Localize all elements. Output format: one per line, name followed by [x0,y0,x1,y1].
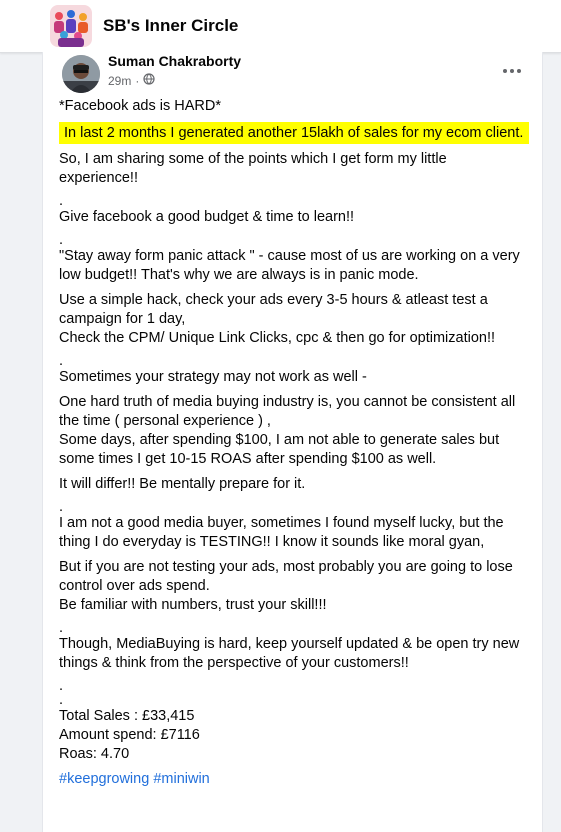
post-paragraph: Give facebook a good budget & time to le… [59,209,355,225]
total-sales: Total Sales : £33,415 [59,708,195,724]
post-meta: 29m · [108,73,155,88]
more-dot-icon [503,69,507,73]
post-title: *Facebook ads is HARD* [59,98,221,114]
highlighted-text: In last 2 months I generated another 15l… [59,122,529,144]
post-time[interactable]: 29m [108,74,131,88]
group-name[interactable]: SB's Inner Circle [103,16,238,36]
post-paragraph: Sometimes your strategy may not work as … [59,369,367,385]
post-line: Use a simple hack, check your ads every … [59,292,488,327]
stats-block: Total Sales : £33,415 Amount spend: £711… [59,707,529,764]
more-dot-icon [510,69,514,73]
dot-separator: . [59,193,64,209]
dot-separator: . [59,678,64,694]
post-content: *Facebook ads is HARD* In last 2 months … [59,97,529,795]
group-avatar[interactable] [50,5,92,47]
post-line: But if you are not testing your ads, mos… [59,559,513,594]
post-paragraph: "Stay away form panic attack " - cause m… [59,248,520,283]
dot-separator: . [59,620,64,636]
post-line: Be familiar with numbers, trust your ski… [59,597,327,613]
hashtags: #keepgrowing #miniwin [59,770,529,789]
post-paragraph: But if you are not testing your ads, mos… [59,558,529,615]
amount-spend: Amount spend: £7116 [59,727,200,743]
post-line: Some days, after spending $100, I am not… [59,432,500,467]
post-card: Suman Chakraborty 29m · *Facebook ads is… [42,52,543,832]
meta-separator: · [135,73,140,88]
hashtag-link[interactable]: #keepgrowing [59,771,149,787]
author-name[interactable]: Suman Chakraborty [108,53,241,69]
hashtag-link[interactable]: #miniwin [153,771,209,787]
dot-separator: . [59,692,64,708]
post-paragraph: Though, MediaBuying is hard, keep yourse… [59,636,520,671]
post-line: Check the CPM/ Unique Link Clicks, cpc &… [59,330,495,346]
post-paragraph: It will differ!! Be mentally prepare for… [59,476,306,492]
post-paragraph: So, I am sharing some of the points whic… [59,151,447,186]
dot-separator: . [59,353,64,369]
dot-separator: . [59,232,64,248]
globe-icon[interactable] [143,73,155,88]
post-line: One hard truth of media buying industry … [59,394,516,429]
post-paragraph: Use a simple hack, check your ads every … [59,291,529,348]
more-options-button[interactable] [494,60,530,82]
roas: Roas: 4.70 [59,746,130,762]
post-paragraph: I am not a good media buyer, sometimes I… [59,515,504,550]
more-dot-icon [517,69,521,73]
dot-separator: . [59,499,64,515]
top-bar: SB's Inner Circle [0,0,561,53]
author-avatar[interactable] [62,55,100,93]
post-paragraph: One hard truth of media buying industry … [59,393,529,469]
